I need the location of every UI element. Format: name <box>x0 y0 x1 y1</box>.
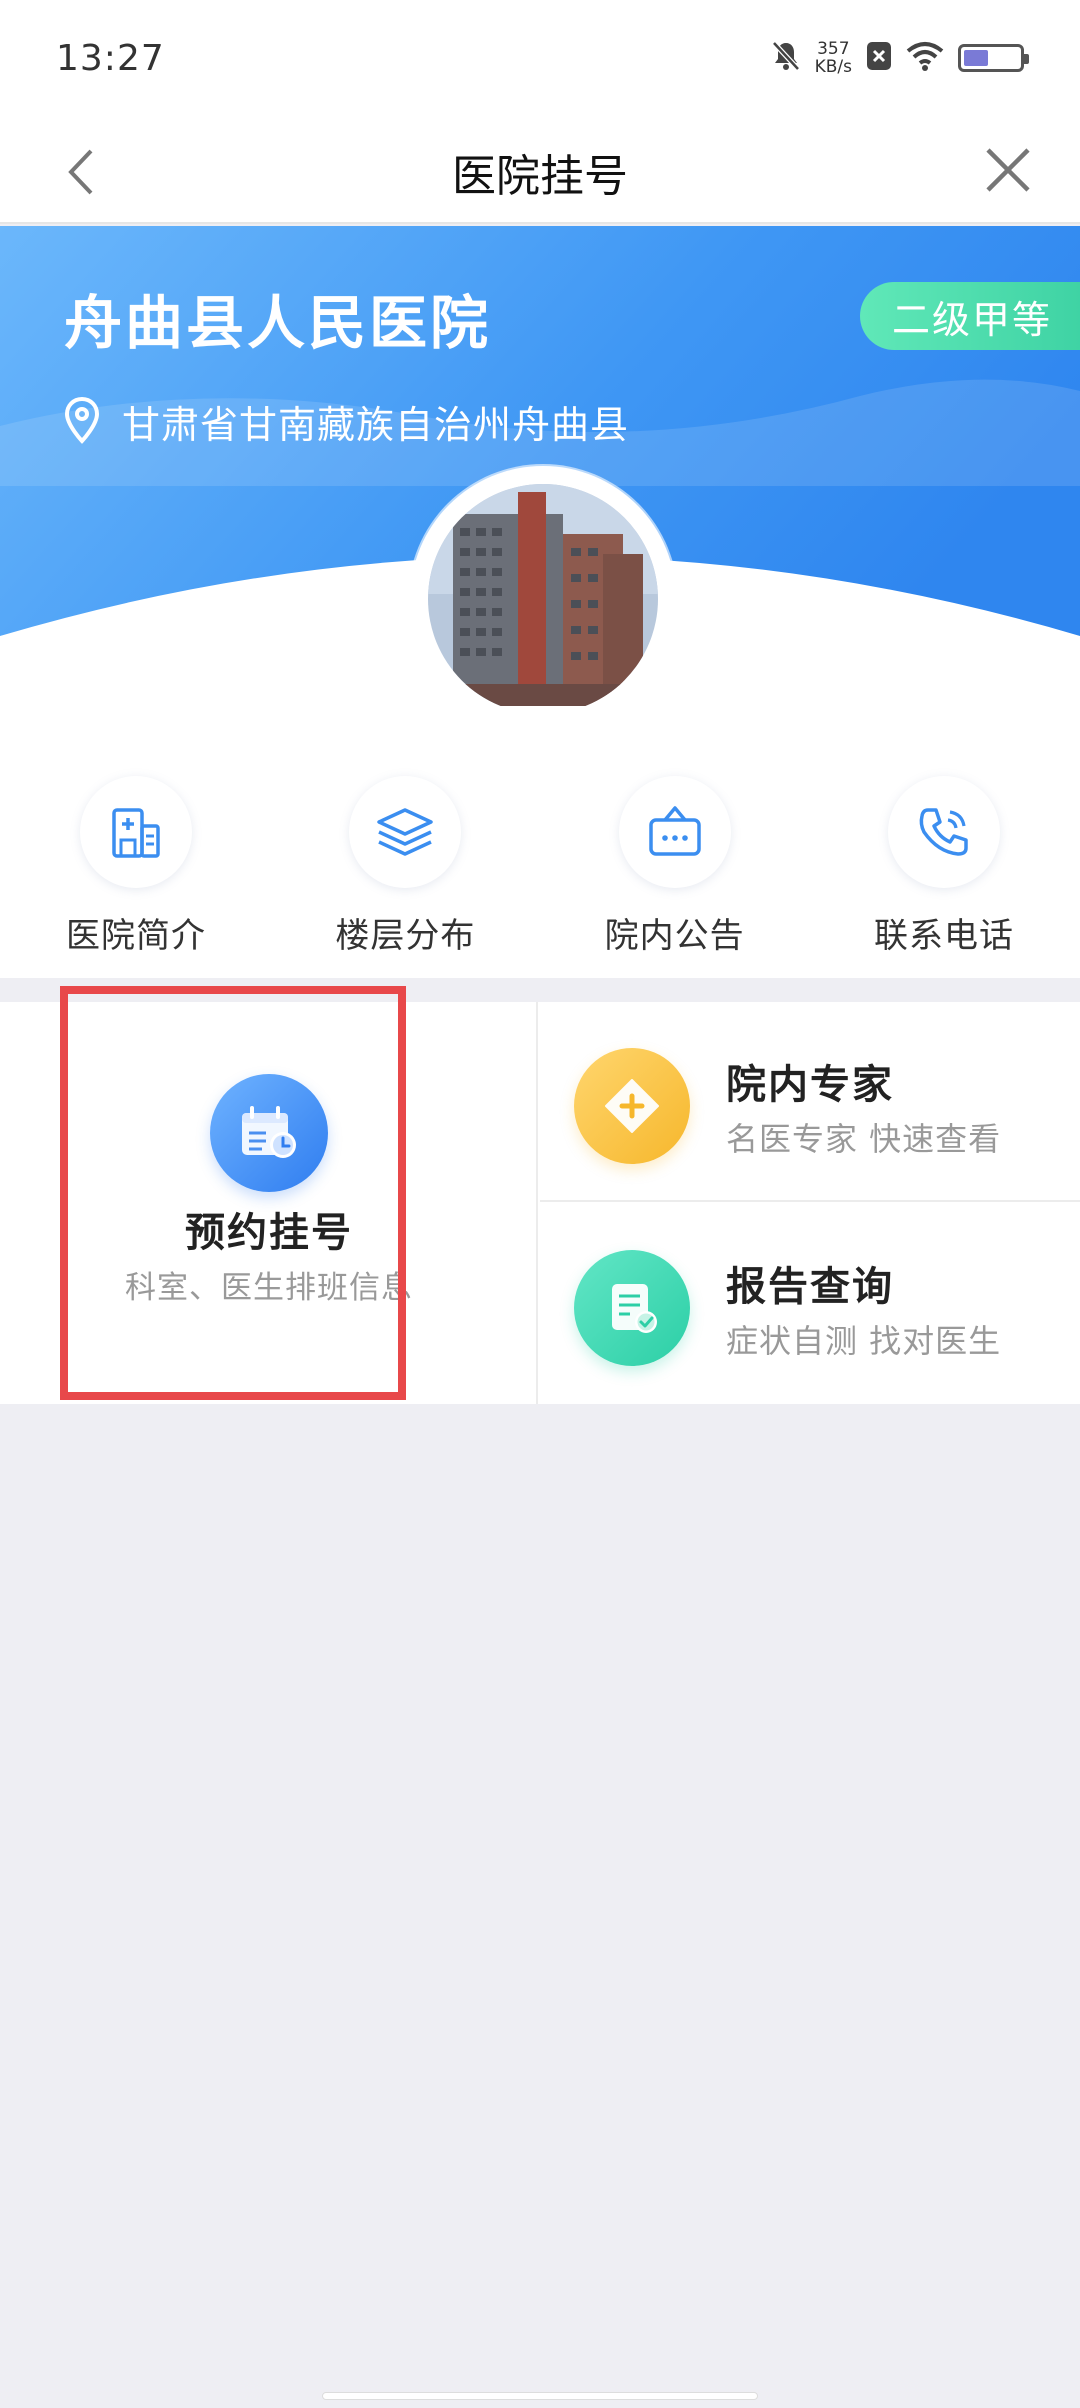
shortcut-hospital-intro[interactable]: 医院简介 <box>26 776 246 978</box>
status-icons: 357 KB/s <box>771 40 1029 76</box>
phone-icon <box>887 776 1000 888</box>
hospital-grade-badge: 二级甲等 <box>859 282 1080 350</box>
shortcut-label: 楼层分布 <box>335 916 476 956</box>
bell-muted-icon <box>771 40 801 76</box>
battery-icon <box>958 44 1029 72</box>
status-bar: 13:27 357 KB/s <box>0 0 1080 120</box>
network-speed: 357 KB/s <box>815 40 852 76</box>
medical-cross-icon <box>574 1048 690 1164</box>
reports-title: 报告查询 <box>726 1264 894 1310</box>
status-time: 13:27 <box>56 38 165 79</box>
experts-subtitle: 名医专家 快速查看 <box>726 1120 1002 1158</box>
layers-icon <box>349 776 462 888</box>
shortcut-row: 医院简介 楼层分布 院内公告 联系电话 <box>0 706 1080 978</box>
reports-card[interactable]: 报告查询 症状自测 找对医生 <box>540 1204 1080 1404</box>
services-panel: 预约挂号 科室、医生排班信息 院内专家 名医专家 快速查看 报告查询 症状自测 … <box>0 986 1080 1404</box>
report-check-icon <box>574 1250 690 1366</box>
notice-board-icon <box>618 776 731 888</box>
appointment-card[interactable]: 预约挂号 科室、医生排班信息 <box>0 986 538 1404</box>
hospital-address: 甘肃省甘南藏族自治州舟曲县 <box>64 394 629 449</box>
shortcut-label: 医院简介 <box>66 916 206 956</box>
hospital-photo <box>428 484 658 706</box>
nav-bar: 医院挂号 <box>0 120 1080 224</box>
shortcut-floor-layout[interactable]: 楼层分布 <box>295 776 515 978</box>
wifi-icon <box>906 41 944 75</box>
speed-value: 357 <box>817 39 850 59</box>
appointment-title: 预约挂号 <box>185 1210 353 1256</box>
address-text: 甘肃省甘南藏族自治州舟曲县 <box>122 403 630 447</box>
reports-subtitle: 症状自测 找对医生 <box>726 1322 1002 1360</box>
hospital-name: 舟曲县人民医院 <box>64 289 492 357</box>
page-title: 医院挂号 <box>452 151 628 202</box>
shortcut-label: 院内公告 <box>604 916 745 956</box>
appointment-subtitle: 科室、医生排班信息 <box>125 1270 413 1306</box>
experts-card[interactable]: 院内专家 名医专家 快速查看 <box>540 1002 1080 1202</box>
sim-x-icon <box>866 41 892 75</box>
hospital-building-icon <box>80 776 192 888</box>
location-pin-icon <box>64 396 100 448</box>
shortcut-label: 联系电话 <box>873 916 1014 956</box>
shortcut-contact-phone[interactable]: 联系电话 <box>834 776 1054 978</box>
speed-unit: KB/s <box>814 57 852 77</box>
hospital-banner: 舟曲县人民医院 二级甲等 甘肃省甘南藏族自治州舟曲县 <box>0 226 1080 706</box>
home-indicator[interactable] <box>322 2392 758 2400</box>
highlight-box <box>60 986 406 1400</box>
calendar-clock-icon <box>210 1074 328 1192</box>
close-icon[interactable] <box>976 138 1040 202</box>
experts-title: 院内专家 <box>726 1062 894 1108</box>
shortcut-announcements[interactable]: 院内公告 <box>565 776 785 978</box>
